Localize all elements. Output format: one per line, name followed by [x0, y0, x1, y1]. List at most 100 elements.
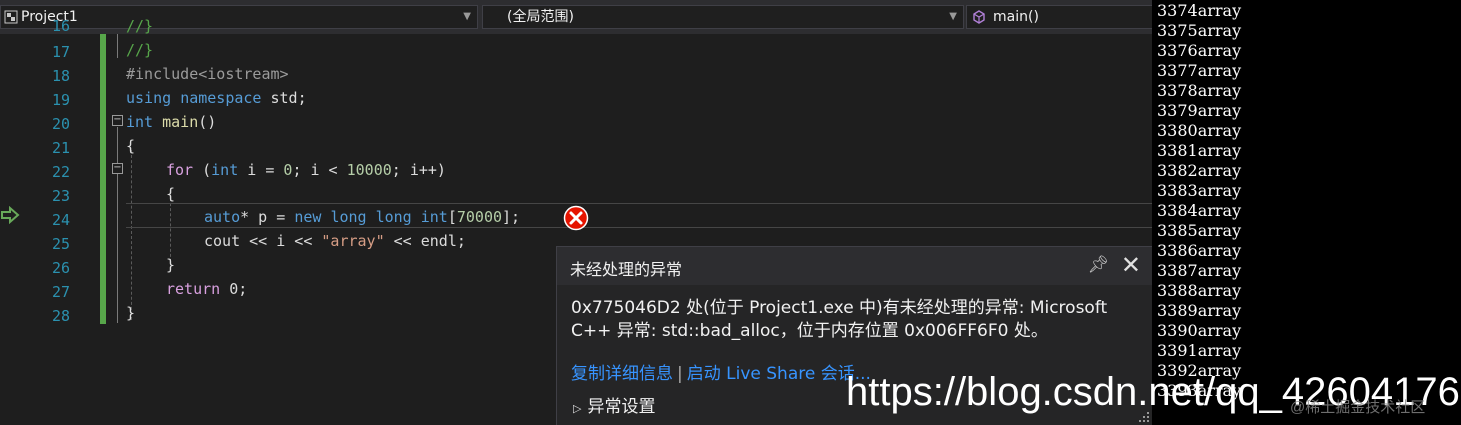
console-line: 3381array: [1157, 141, 1242, 160]
collapse-main-toggle[interactable]: −: [112, 115, 123, 126]
keyword: namespace: [180, 89, 262, 107]
function-cube-icon: [973, 10, 985, 24]
code-editor: Project1 ▼ (全局范围) ▼ main() 16 17 18 19 2…: [0, 0, 1152, 425]
console-line: 3388array: [1157, 281, 1242, 300]
keyword: long: [330, 208, 367, 226]
exception-settings-label: 异常设置: [587, 397, 656, 417]
live-share-link[interactable]: 启动 Live Share 会话...: [687, 364, 871, 384]
line-number: 24: [51, 211, 70, 229]
expression: i =: [238, 161, 284, 179]
expression: ; i++): [391, 161, 446, 179]
line-number: 20: [51, 115, 70, 133]
line-number: 25: [51, 235, 70, 253]
collapse-for-toggle[interactable]: −: [112, 163, 123, 174]
exception-settings-expander[interactable]: ▷ 异常设置: [573, 392, 655, 417]
keyword: auto: [204, 208, 241, 226]
console-line: 3374array: [1157, 1, 1242, 20]
keyword: return: [166, 280, 221, 298]
scope-name: (全局范围): [507, 9, 574, 25]
keyword: int: [126, 113, 154, 131]
link-separator: |: [677, 364, 683, 384]
line-number: 22: [51, 163, 70, 181]
line-number: 21: [51, 139, 70, 157]
copy-details-link[interactable]: 复制详细信息: [571, 364, 673, 384]
line-number: 27: [51, 283, 70, 301]
console-line: 3389array: [1157, 301, 1242, 320]
function-name: main(): [993, 9, 1039, 25]
change-tracking-bar: [100, 34, 106, 324]
popup-links: 复制详细信息 | 启动 Live Share 会话...: [571, 359, 871, 384]
console-line: 3391array: [1157, 341, 1242, 360]
console-line: 3382array: [1157, 161, 1242, 180]
console-line: 3386array: [1157, 241, 1242, 260]
console-line: 3378array: [1157, 81, 1242, 100]
code-line-18[interactable]: #include<iostream>: [126, 62, 289, 86]
navigation-bar: Project1 ▼ (全局范围) ▼ main(): [0, 0, 1152, 34]
code-line-20[interactable]: int main(): [126, 110, 216, 134]
punctuation: [: [447, 208, 457, 226]
console-line: 3383array: [1157, 181, 1242, 200]
watermark-community: @稀土掘金技术社区: [1290, 399, 1426, 416]
code-line-26[interactable]: }: [166, 253, 175, 277]
console-line: 3387array: [1157, 261, 1242, 280]
console-line: 3384array: [1157, 201, 1242, 220]
code-line-24[interactable]: auto* p = new long long int[70000];: [204, 205, 520, 229]
line-number: 17: [51, 43, 70, 61]
keyword: using: [126, 89, 172, 107]
identifier: std;: [261, 89, 307, 107]
punctuation: (): [198, 113, 217, 131]
expression: ; i <: [292, 161, 347, 179]
popup-header: 未经处理的异常 📌︎ ✕: [557, 247, 1152, 285]
execution-arrow-icon: [1, 206, 20, 224]
scope-dropdown[interactable]: (全局范围) ▼: [482, 5, 964, 29]
console-line: 3380array: [1157, 121, 1242, 140]
triangle-right-icon: ▷: [573, 402, 582, 415]
outline-guide: [117, 127, 118, 323]
line-number: 18: [51, 67, 70, 85]
expression: 0;: [220, 280, 248, 298]
keyword: for: [166, 161, 194, 179]
function-dropdown[interactable]: main(): [966, 5, 1152, 29]
code-line-28[interactable]: }: [126, 301, 135, 325]
keyword: new: [294, 208, 322, 226]
punctuation: ];: [502, 208, 521, 226]
keyword: long: [375, 208, 412, 226]
code-line-19[interactable]: using namespace std;: [126, 86, 307, 110]
expression: << endl;: [384, 232, 466, 250]
project-icon: [4, 10, 18, 24]
string-literal: "array": [321, 232, 385, 250]
line-number: 26: [51, 259, 70, 277]
chevron-down-icon: ▼: [949, 11, 957, 22]
keyword: int: [420, 208, 448, 226]
code-line-21[interactable]: {: [126, 134, 135, 158]
number-literal: 10000: [346, 161, 392, 179]
preprocessor-directive: #include: [126, 65, 199, 83]
line-number: 19: [51, 91, 70, 109]
outline-guide: [117, 34, 118, 58]
line-number: 23: [51, 187, 70, 205]
console-line: 3385array: [1157, 221, 1242, 240]
expression: * p =: [240, 208, 295, 226]
punctuation: (: [193, 161, 212, 179]
indent-guide: [131, 150, 132, 320]
code-line-16[interactable]: //}: [126, 14, 153, 38]
project-dropdown[interactable]: Project1 ▼: [0, 5, 478, 29]
console-line: 3390array: [1157, 321, 1242, 340]
error-icon[interactable]: [563, 205, 589, 231]
line-number: 28: [51, 307, 70, 325]
code-line-22[interactable]: for (int i = 0; i < 10000; i++): [166, 158, 446, 182]
console-output-window: 3374array 3375array 3376array 3377array …: [1152, 0, 1461, 425]
code-line-25[interactable]: cout << i << "array" << endl;: [204, 229, 466, 253]
exception-message: 0x775046D2 处(位于 Project1.exe 中)有未经处理的异常:…: [571, 298, 1108, 341]
pin-icon[interactable]: 📌︎: [1087, 255, 1109, 275]
line-number: 16: [51, 17, 70, 35]
chevron-down-icon: ▼: [463, 11, 471, 22]
close-icon[interactable]: ✕: [1121, 251, 1141, 279]
code-line-23[interactable]: {: [166, 182, 175, 206]
code-line-17[interactable]: //}: [126, 38, 153, 62]
function-identifier: main: [153, 113, 199, 131]
console-line: 3375array: [1157, 21, 1242, 40]
code-line-27[interactable]: return 0;: [166, 277, 247, 301]
indicator-margin[interactable]: [0, 34, 22, 425]
keyword: int: [211, 161, 239, 179]
